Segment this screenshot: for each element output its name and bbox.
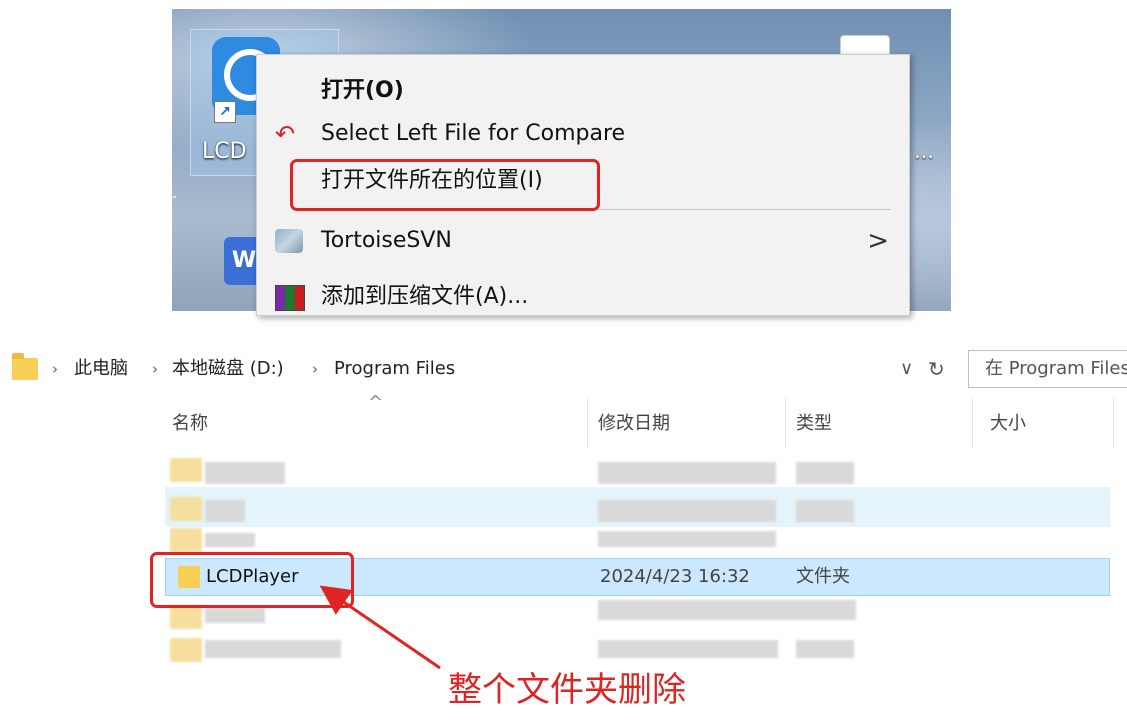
- annotation-arrow: [319, 585, 441, 670]
- annotation-text: 整个文件夹删除: [448, 670, 686, 710]
